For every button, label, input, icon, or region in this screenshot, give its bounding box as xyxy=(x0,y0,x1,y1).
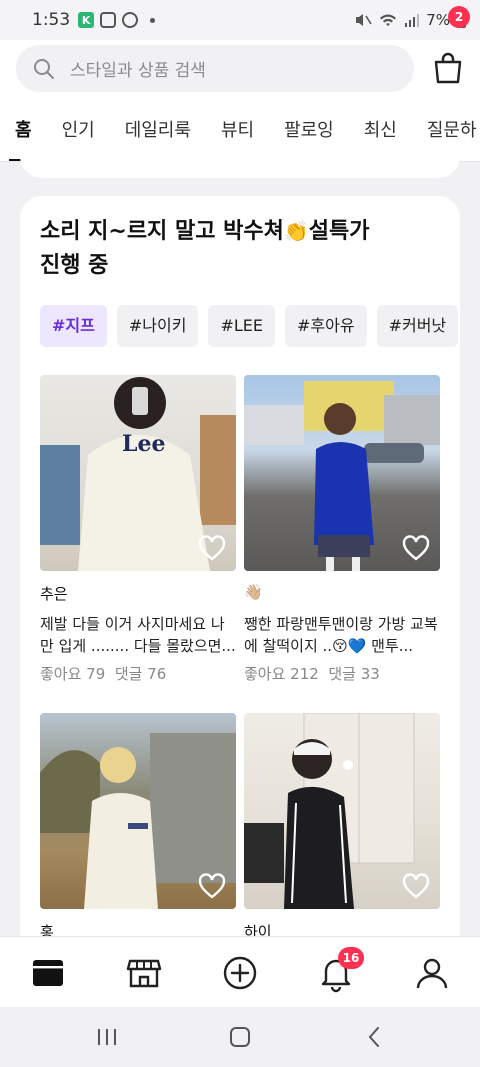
mute-icon xyxy=(356,14,372,26)
tag-chip-nike[interactable]: #나이키 xyxy=(116,305,199,347)
status-notification-icons: K xyxy=(78,12,156,28)
post-comments: 댓글 33 xyxy=(328,665,380,683)
clapping-hands-emoji: 👏 xyxy=(283,219,309,243)
app-notification-icon xyxy=(122,12,139,28)
instagram-icon xyxy=(100,12,117,28)
recent-apps-icon[interactable] xyxy=(96,1027,118,1047)
post-description: 제발 다들 이거 사지마세요 나만 입게 ........ 다들 몰랐으면... xyxy=(40,615,236,655)
status-bar: 1:53 K 7% xyxy=(0,0,480,40)
like-heart-icon[interactable] xyxy=(402,873,430,899)
more-notifications-icon xyxy=(150,17,156,23)
profile-user-icon[interactable] xyxy=(412,953,452,993)
post-photo[interactable] xyxy=(244,713,440,909)
post-item[interactable]: 홍 xyxy=(40,713,236,941)
post-item[interactable]: 하이 xyxy=(244,713,440,941)
card-title: 소리 지~르지 말고 박수쳐👏설특가 진행 중 xyxy=(40,214,440,283)
card-title-line1-tail: 설특가 xyxy=(308,219,370,244)
create-post-plus-icon[interactable] xyxy=(220,953,260,993)
search-placeholder: 스타일과 상품 검색 xyxy=(70,61,206,81)
tag-chip-lee[interactable]: #LEE xyxy=(208,305,275,347)
wifi-icon xyxy=(380,14,397,26)
post-photo[interactable] xyxy=(40,713,236,909)
header: 스타일과 상품 검색 xyxy=(0,40,480,100)
post-stats: 좋아요 79 댓글 76 xyxy=(40,663,236,684)
tag-chips: #지프 #나이키 #LEE #후아유 #커버낫 xyxy=(40,305,459,347)
post-item[interactable]: Lee 추은 제발 다들 이거 사지마세요 나만 입게 ........ 다들 … xyxy=(40,375,236,684)
like-heart-icon[interactable] xyxy=(198,873,226,899)
cart-badge: 2 xyxy=(448,6,470,28)
tag-chip-whoau[interactable]: #후아유 xyxy=(284,305,367,347)
post-stats: 좋아요 212 댓글 33 xyxy=(244,663,440,684)
post-photo[interactable]: Lee xyxy=(40,375,236,571)
like-heart-icon[interactable] xyxy=(402,535,430,561)
kakao-app-icon: K xyxy=(78,12,95,28)
post-description: 쨍한 파랑맨투맨이랑 가방 교복에 찰떡이지 ..😚💙 맨투... xyxy=(244,615,438,655)
post-item[interactable]: 👋🏼 쨍한 파랑맨투맨이랑 가방 교복에 찰떡이지 ..😚💙 맨투... 좋아요… xyxy=(244,375,440,684)
like-heart-icon[interactable] xyxy=(198,535,226,561)
shopping-bag-icon[interactable] xyxy=(428,48,468,88)
card-title-line1: 소리 지~르지 말고 박수쳐 xyxy=(40,219,284,244)
post-comments: 댓글 76 xyxy=(114,665,167,683)
status-time: 1:53 xyxy=(32,10,71,30)
tag-chip-jeep[interactable]: #지프 xyxy=(40,305,107,347)
home-button-icon[interactable] xyxy=(229,1026,251,1048)
post-author: 추은 xyxy=(40,585,68,603)
svg-text:Lee: Lee xyxy=(122,431,165,457)
feed-home-icon[interactable] xyxy=(28,953,68,993)
store-icon[interactable] xyxy=(124,953,164,993)
search-input[interactable]: 스타일과 상품 검색 xyxy=(16,45,414,92)
signal-icon xyxy=(405,14,420,27)
tag-chip-covernat[interactable]: #커버낫 xyxy=(376,305,459,347)
post-photo[interactable] xyxy=(244,375,440,571)
search-icon xyxy=(34,58,54,79)
back-icon[interactable] xyxy=(366,1026,382,1048)
system-navigation-bar xyxy=(0,1007,480,1067)
post-likes: 좋아요 79 xyxy=(40,665,106,683)
notification-badge: 16 xyxy=(338,947,364,969)
previous-card-bottom xyxy=(20,150,460,178)
battery-percent: 7% xyxy=(426,11,450,29)
promo-card: 소리 지~르지 말고 박수쳐👏설특가 진행 중 #지프 #나이키 #LEE #후… xyxy=(20,196,460,956)
card-title-line2: 진행 중 xyxy=(40,253,109,278)
post-likes: 좋아요 212 xyxy=(244,665,319,683)
post-author: 👋🏼 xyxy=(244,583,263,601)
bottom-navigation xyxy=(0,936,480,1007)
